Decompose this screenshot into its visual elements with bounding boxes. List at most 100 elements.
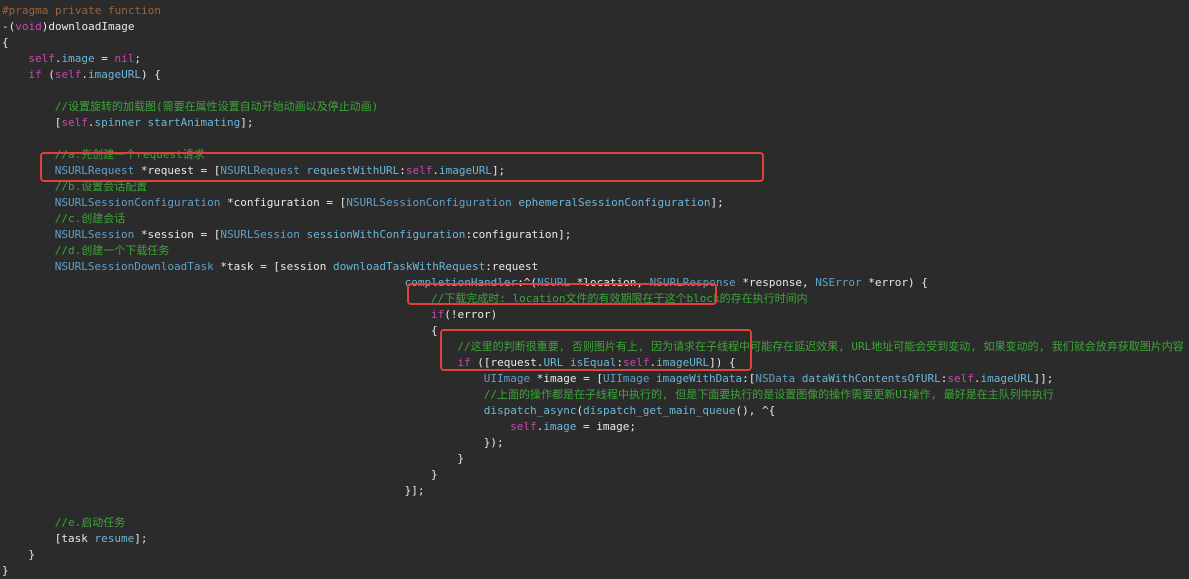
code-token: //这里的判断很重要, 否则图片有上, 因为请求在子线程中可能存在延迟效果, U…	[457, 340, 1184, 353]
code-token: NSURLResponse	[649, 276, 736, 289]
code-token: ];	[710, 196, 724, 209]
code-line: });	[484, 435, 504, 451]
code-token: #pragma private function	[2, 4, 161, 17]
code-token: (!error)	[444, 308, 498, 321]
code-token: ) {	[141, 68, 161, 81]
code-token: URL	[543, 356, 564, 369]
code-line: #pragma private function	[2, 3, 161, 19]
code-token: UIImage	[603, 372, 650, 385]
code-token: imageURL	[980, 372, 1034, 385]
code-line: }	[28, 547, 35, 563]
code-token: }	[431, 468, 438, 481]
code-token: imageURL	[88, 68, 141, 81]
code-token: :[	[742, 372, 756, 385]
code-token: self	[622, 356, 650, 369]
code-token: void	[15, 20, 42, 33]
code-line: //c.创建会话	[55, 211, 126, 227]
code-token: isEqual	[570, 356, 617, 369]
code-token: //下载完成时: location文件的有效期限在于这个block的存在执行时间…	[431, 292, 808, 305]
code-token: UIImage	[483, 372, 531, 385]
code-token: .	[536, 356, 544, 369]
code-line: NSURLSessionConfiguration *configuration…	[55, 195, 724, 211]
code-token: :request	[485, 260, 539, 273]
code-token: .	[54, 52, 62, 65]
code-token: spinner	[94, 116, 141, 129]
code-token: NSURLSession	[220, 228, 300, 241]
code-line: }	[431, 467, 438, 483]
code-token: if	[28, 68, 42, 81]
code-token: ];	[240, 116, 254, 129]
code-line: }	[2, 563, 9, 579]
code-line: UIImage *image = [UIImage imageWithData:…	[484, 371, 1054, 387]
code-token: }	[2, 564, 9, 577]
code-token: .	[973, 372, 981, 385]
code-token: ]) {	[709, 356, 736, 369]
code-token: ]];	[1033, 372, 1054, 385]
code-line: if ([request.URL isEqual:self.imageURL])…	[457, 355, 735, 371]
code-token: *response,	[735, 276, 816, 289]
code-token: self	[54, 68, 82, 81]
code-line: //d.创建一个下载任务	[55, 243, 170, 259]
code-token: });	[483, 436, 504, 449]
code-token: self	[405, 164, 433, 177]
code-token: NSError	[815, 276, 862, 289]
code-token: //设置旋转的加载图(需要在属性设置自动开始动画以及停止动画)	[54, 100, 379, 113]
code-token: [task	[54, 532, 95, 545]
code-token: :	[616, 356, 623, 369]
code-token: =	[94, 52, 115, 65]
code-token: imageURL	[656, 356, 710, 369]
code-token: ([	[470, 356, 491, 369]
code-token: requestWithURL	[306, 164, 400, 177]
code-token: NSURLRequest	[54, 164, 135, 177]
code-line: //设置旋转的加载图(需要在属性设置自动开始动画以及停止动画)	[55, 99, 379, 115]
code-token: dispatch_get_main_queue	[583, 404, 736, 417]
code-line: NSURLSession *session = [NSURLSession se…	[55, 227, 572, 243]
code-token: dispatch_async	[483, 404, 577, 417]
code-token: {	[431, 324, 438, 337]
code-token: NSURLRequest	[220, 164, 300, 177]
code-token: NSData	[755, 372, 796, 385]
code-token: }	[28, 548, 36, 561]
code-token: *location,	[570, 276, 650, 289]
code-token: NSURLSessionConfiguration	[54, 196, 221, 209]
code-token: (	[41, 68, 55, 81]
code-token: //上面的操作都是在子线程中执行的, 但是下面要执行的是设置图像的操作需要更新U…	[483, 388, 1054, 401]
code-editor[interactable]: #pragma private function -(void)downloadI…	[0, 0, 1189, 577]
code-token: }];	[404, 484, 425, 497]
code-line: {	[431, 323, 438, 339]
code-token: resume	[94, 532, 135, 545]
code-token: :^(	[517, 276, 538, 289]
code-line: {	[2, 35, 9, 51]
code-token: NSURL	[537, 276, 571, 289]
code-token: self	[28, 52, 55, 65]
code-token: *error) {	[861, 276, 928, 289]
code-token: ;	[134, 52, 142, 65]
code-token: //d.创建一个下载任务	[54, 244, 170, 257]
code-token: = image;	[576, 420, 637, 433]
code-token: image	[61, 52, 95, 65]
code-line: self.image = image;	[510, 419, 636, 435]
code-line: if (self.imageURL) {	[28, 67, 160, 83]
code-line: //b.设置会话配置	[55, 179, 148, 195]
code-token: self	[947, 372, 974, 385]
code-token: request	[490, 356, 537, 369]
code-token: self	[510, 420, 537, 433]
code-token: //a.先创建一个request请求	[54, 148, 205, 161]
code-token: *request = [	[134, 164, 221, 177]
code-token: completionHandler	[404, 276, 518, 289]
code-line: -(void)downloadImage	[2, 19, 134, 35]
code-line: }];	[405, 483, 425, 499]
code-token: (), ^{	[735, 404, 776, 417]
code-line: completionHandler:^(NSURL *location, NSU…	[405, 275, 928, 291]
code-token: *configuration = [	[220, 196, 347, 209]
code-line: }	[457, 451, 464, 467]
code-token: image	[543, 420, 577, 433]
code-token: startAnimating	[147, 116, 241, 129]
code-token: if	[431, 308, 445, 321]
code-line: self.image = nil;	[28, 51, 141, 67]
code-token: NSURLSessionDownloadTask	[54, 260, 214, 273]
code-line: //e.启动任务	[55, 515, 126, 531]
